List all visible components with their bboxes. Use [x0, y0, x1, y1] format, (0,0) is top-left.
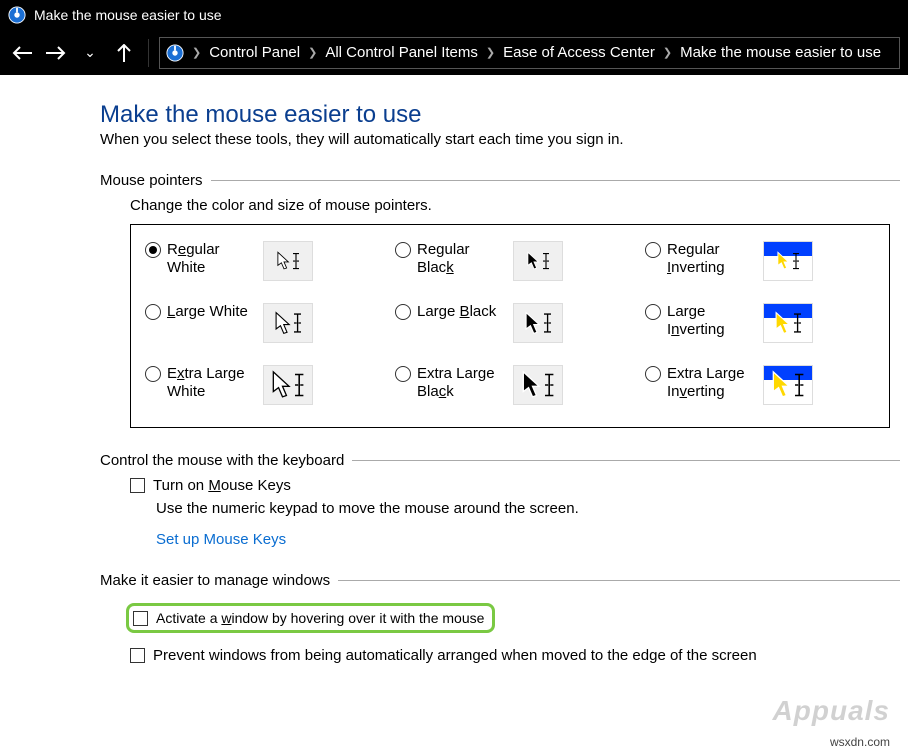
pointer-label: Extra Large White — [167, 365, 257, 401]
pointer-label: Regular White — [167, 241, 257, 277]
pointer-label: Large Black — [417, 303, 507, 321]
pointer-option[interactable]: Regular Inverting — [645, 235, 875, 293]
section-label: Control the mouse with the keyboard — [100, 452, 344, 469]
section-label: Mouse pointers — [100, 172, 203, 189]
back-button[interactable] — [8, 39, 36, 67]
pointer-options-grid: Regular White Regular Black Regular Inve… — [130, 224, 890, 428]
chevron-right-icon: ❯ — [663, 46, 672, 59]
titlebar: Make the mouse easier to use — [0, 0, 908, 30]
section-keyboard-mouse: Control the mouse with the keyboard — [100, 452, 900, 469]
section-mouse-pointers: Mouse pointers — [100, 172, 900, 189]
chevron-right-icon: ❯ — [308, 46, 317, 59]
pointer-option[interactable]: Large Inverting — [645, 297, 875, 355]
pointer-preview — [763, 365, 813, 405]
pointer-description: Change the color and size of mouse point… — [130, 197, 900, 214]
mouse-keys-checkbox-row[interactable]: Turn on Mouse Keys — [130, 477, 900, 494]
radio-button[interactable] — [645, 366, 661, 382]
forward-button[interactable] — [42, 39, 70, 67]
pointer-preview — [763, 241, 813, 281]
activate-hover-checkbox[interactable] — [133, 611, 148, 626]
pointer-option[interactable]: Regular Black — [395, 235, 645, 293]
page-title: Make the mouse easier to use — [100, 101, 900, 129]
pointer-label: Regular Black — [417, 241, 507, 277]
breadcrumb[interactable]: Control Panel — [209, 44, 300, 61]
breadcrumb[interactable]: Make the mouse easier to use — [680, 44, 881, 61]
section-manage-windows: Make it easier to manage windows — [100, 572, 900, 589]
checkbox[interactable] — [130, 648, 145, 663]
pointer-label: Large Inverting — [667, 303, 757, 339]
navbar: ⌄ ❯ Control Panel ❯ All Control Panel It… — [0, 30, 908, 75]
pointer-preview — [763, 303, 813, 343]
page-subtitle: When you select these tools, they will a… — [100, 131, 900, 148]
radio-button[interactable] — [145, 242, 161, 258]
radio-button[interactable] — [145, 304, 161, 320]
pointer-preview — [263, 303, 313, 343]
pointer-label: Regular Inverting — [667, 241, 757, 277]
checkbox-label: Prevent windows from being automatically… — [153, 647, 757, 664]
pointer-label: Large White — [167, 303, 257, 321]
pointer-option[interactable]: Large Black — [395, 297, 645, 355]
section-label: Make it easier to manage windows — [100, 572, 330, 589]
control-panel-icon — [166, 44, 184, 62]
control-panel-icon — [8, 6, 26, 24]
pointer-label: Extra Large Inverting — [667, 365, 757, 401]
pointer-label: Extra Large Black — [417, 365, 507, 401]
pointer-option[interactable]: Extra Large Black — [395, 359, 645, 417]
pointer-preview — [513, 365, 563, 405]
radio-button[interactable] — [145, 366, 161, 382]
radio-button[interactable] — [395, 304, 411, 320]
content-area: Make the mouse easier to use When you se… — [0, 75, 900, 664]
setup-mouse-keys-link[interactable]: Set up Mouse Keys — [156, 531, 286, 548]
pointer-preview — [513, 241, 563, 281]
window-title: Make the mouse easier to use — [34, 7, 222, 23]
radio-button[interactable] — [395, 242, 411, 258]
watermark: Appuals — [773, 695, 890, 727]
checkbox-label: Turn on Mouse Keys — [153, 477, 291, 494]
nav-separator — [148, 39, 149, 67]
checkbox[interactable] — [130, 478, 145, 493]
checkbox-label: Activate a window by hovering over it wi… — [156, 610, 484, 626]
source-url: wsxdn.com — [830, 735, 890, 749]
chevron-right-icon: ❯ — [192, 46, 201, 59]
prevent-arrange-checkbox-row[interactable]: Prevent windows from being automatically… — [130, 647, 900, 664]
radio-button[interactable] — [645, 304, 661, 320]
radio-button[interactable] — [645, 242, 661, 258]
up-button[interactable] — [110, 39, 138, 67]
pointer-preview — [513, 303, 563, 343]
mouse-keys-description: Use the numeric keypad to move the mouse… — [156, 500, 900, 517]
radio-button[interactable] — [395, 366, 411, 382]
pointer-option[interactable]: Extra Large White — [145, 359, 395, 417]
address-bar[interactable]: ❯ Control Panel ❯ All Control Panel Item… — [159, 37, 900, 69]
breadcrumb[interactable]: All Control Panel Items — [325, 44, 478, 61]
chevron-right-icon: ❯ — [486, 46, 495, 59]
activate-hover-highlight: Activate a window by hovering over it wi… — [126, 603, 495, 633]
pointer-option[interactable]: Extra Large Inverting — [645, 359, 875, 417]
pointer-option[interactable]: Regular White — [145, 235, 395, 293]
pointer-preview — [263, 241, 313, 281]
breadcrumb[interactable]: Ease of Access Center — [503, 44, 655, 61]
recent-dropdown[interactable]: ⌄ — [76, 39, 104, 67]
pointer-option[interactable]: Large White — [145, 297, 395, 355]
pointer-preview — [263, 365, 313, 405]
